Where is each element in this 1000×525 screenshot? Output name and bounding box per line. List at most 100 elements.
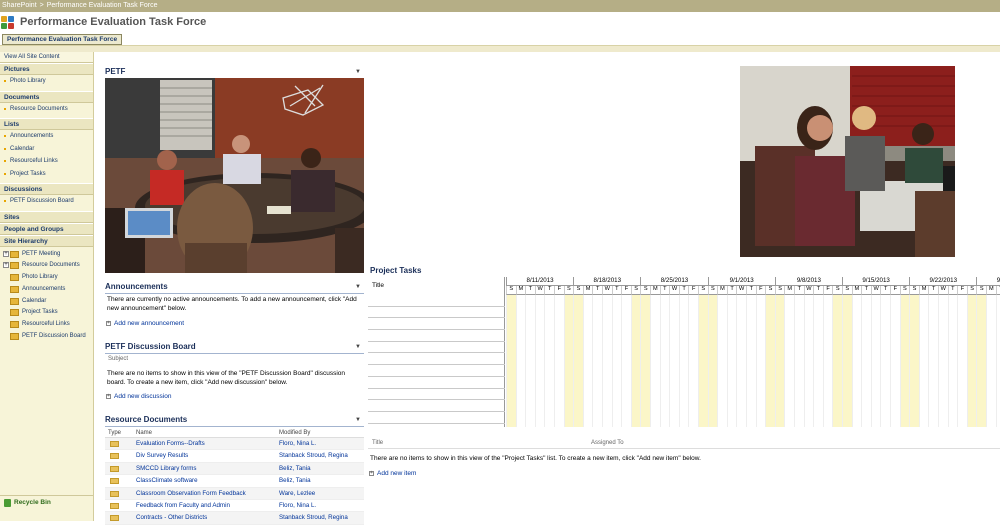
tree-item-petf-discussion-board[interactable]: PETF Discussion Board bbox=[0, 331, 93, 343]
gantt-day-column bbox=[573, 295, 583, 427]
document-name-link[interactable]: Classroom Observation Form Feedback bbox=[136, 488, 246, 500]
discussion-title[interactable]: PETF Discussion Board bbox=[105, 342, 196, 351]
gantt-week-header: 8/11/2013 bbox=[506, 277, 574, 286]
gantt-day-column bbox=[765, 295, 775, 427]
gantt-week-header: 8/18/2013 bbox=[573, 277, 641, 286]
breadcrumb-root-link[interactable]: SharePoint bbox=[2, 2, 37, 9]
webpart-menu-icon[interactable]: ▼ bbox=[355, 414, 361, 426]
gantt-row[interactable] bbox=[368, 295, 505, 307]
tree-item-resourceful-links[interactable]: Resourceful Links bbox=[0, 319, 93, 331]
site-title[interactable]: Performance Evaluation Task Force bbox=[20, 16, 206, 28]
column-name[interactable]: Name bbox=[136, 428, 152, 438]
tree-item-announcements[interactable]: Announcements bbox=[0, 284, 93, 296]
gantt-day-column bbox=[899, 295, 910, 427]
gantt-row[interactable] bbox=[368, 365, 505, 377]
gantt-day-header: T bbox=[813, 286, 823, 295]
nav-item-resource-documents[interactable]: Resource Documents bbox=[0, 103, 93, 116]
resource-documents-title[interactable]: Resource Documents bbox=[105, 415, 187, 424]
gantt-day-header: T bbox=[659, 286, 670, 295]
add-new-announcement-link[interactable]: + Add new announcement bbox=[106, 320, 184, 327]
tab-home[interactable]: Performance Evaluation Task Force bbox=[2, 34, 123, 45]
modified-by-link[interactable]: Ware, Lezlee bbox=[279, 488, 315, 500]
gantt-day-column bbox=[582, 295, 593, 427]
site-header: Performance Evaluation Task Force bbox=[0, 12, 1000, 34]
add-new-item-link[interactable]: + Add new item bbox=[368, 462, 1000, 477]
tree-item-petf-meeting[interactable]: + PETF Meeting bbox=[0, 249, 93, 261]
announcements-title[interactable]: Announcements bbox=[105, 282, 168, 291]
nav-heading-sites[interactable]: Sites bbox=[0, 210, 93, 223]
nav-item-announcements[interactable]: Announcements bbox=[0, 130, 93, 143]
nav-item-calendar[interactable]: Calendar bbox=[0, 143, 93, 156]
gantt-day-header: W bbox=[602, 286, 612, 295]
gantt-day-header: M bbox=[717, 286, 727, 295]
gantt-week-header: 9/15/2013 bbox=[842, 277, 910, 286]
expand-icon[interactable]: + bbox=[3, 262, 9, 269]
document-name-link[interactable]: ClassClimate software bbox=[136, 475, 198, 487]
nav-heading-lists[interactable]: Lists bbox=[0, 118, 93, 130]
tree-item-project-tasks[interactable]: Project Tasks bbox=[0, 307, 93, 319]
webpart-menu-icon[interactable]: ▼ bbox=[355, 281, 361, 293]
gantt-day-header: T bbox=[678, 286, 689, 295]
gantt-day-column bbox=[554, 295, 564, 427]
gantt-day-header: S bbox=[640, 286, 650, 295]
nav-heading-people-and-groups[interactable]: People and Groups bbox=[0, 222, 93, 235]
gantt-row[interactable] bbox=[368, 318, 505, 331]
modified-by-link[interactable]: Floro, Nina L. bbox=[279, 438, 316, 450]
sharepoint-logo-icon[interactable] bbox=[1, 16, 15, 30]
gantt-day-header: T bbox=[525, 286, 535, 295]
calendar-icon bbox=[10, 297, 19, 305]
expand-icon[interactable]: + bbox=[3, 250, 9, 257]
document-name-link[interactable]: SMCCD Library forms bbox=[136, 463, 197, 475]
gantt-row[interactable] bbox=[368, 330, 505, 342]
modified-by-link[interactable]: Beliz, Tania bbox=[279, 475, 311, 487]
document-name-link[interactable]: Div Survey Results bbox=[136, 450, 188, 462]
document-name-link[interactable]: Contracts - Other Districts bbox=[136, 512, 207, 524]
add-icon: + bbox=[106, 392, 111, 399]
modified-by-link[interactable]: Stanback Stroud, Regina bbox=[279, 512, 348, 524]
gantt-day-column bbox=[515, 295, 526, 427]
nav-item-resourceful-links[interactable]: Resourceful Links bbox=[0, 155, 93, 168]
tree-item-photo-library[interactable]: Photo Library bbox=[0, 272, 93, 284]
nav-heading-pictures[interactable]: Pictures bbox=[0, 63, 93, 75]
gantt-title-header[interactable]: Title bbox=[372, 282, 384, 289]
table-header: Type Name Modified By bbox=[105, 428, 364, 438]
add-new-discussion-link[interactable]: + Add new discussion bbox=[106, 393, 171, 400]
view-all-site-content-link[interactable]: View All Site Content bbox=[0, 52, 93, 63]
tree-item-resource-documents[interactable]: + Resource Documents bbox=[0, 260, 93, 272]
column-assigned-to[interactable]: Assigned To bbox=[591, 440, 624, 446]
gantt-row[interactable] bbox=[368, 377, 505, 389]
petf-webpart-title[interactable]: PETF bbox=[105, 67, 125, 76]
recycle-bin-link[interactable]: Recycle Bin bbox=[0, 495, 93, 509]
nav-heading-documents[interactable]: Documents bbox=[0, 90, 93, 103]
tree-item-calendar[interactable]: Calendar bbox=[0, 296, 93, 308]
nav-heading-site-hierarchy[interactable]: Site Hierarchy bbox=[0, 234, 93, 247]
gantt-week-header: 8/25/2013 bbox=[640, 277, 708, 286]
gantt-day-column bbox=[890, 295, 900, 427]
modified-by-link[interactable]: Floro, Nina L. bbox=[279, 500, 316, 512]
nav-item-project-tasks[interactable]: Project Tasks bbox=[0, 168, 93, 181]
gantt-day-column bbox=[880, 295, 890, 427]
column-title[interactable]: Title bbox=[372, 440, 383, 446]
gantt-row[interactable] bbox=[368, 342, 505, 354]
nav-item-photo-library[interactable]: Photo Library bbox=[0, 75, 93, 88]
add-icon: + bbox=[106, 319, 111, 326]
nav-item-petf-discussion-board[interactable]: PETF Discussion Board bbox=[0, 195, 93, 208]
modified-by-link[interactable]: Stanback Stroud, Regina bbox=[279, 450, 348, 462]
modified-by-link[interactable]: Beliz, Tania bbox=[279, 463, 311, 475]
gantt-row[interactable] bbox=[368, 307, 505, 319]
webpart-menu-icon[interactable]: ▼ bbox=[355, 66, 361, 78]
column-modified-by[interactable]: Modified By bbox=[279, 428, 310, 438]
discussion-subject-column[interactable]: Subject bbox=[108, 355, 128, 364]
document-name-link[interactable]: Feedback from Faculty and Admin bbox=[136, 500, 230, 512]
gantt-row[interactable] bbox=[368, 354, 505, 366]
nav-heading-discussions[interactable]: Discussions bbox=[0, 183, 93, 195]
gantt-row[interactable] bbox=[368, 400, 505, 412]
gantt-day-header: F bbox=[688, 286, 698, 295]
breadcrumb-current[interactable]: Performance Evaluation Task Force bbox=[47, 2, 158, 9]
gantt-row[interactable] bbox=[368, 412, 505, 424]
document-name-link[interactable]: Evaluation Forms--Drafts bbox=[136, 438, 205, 450]
gantt-row[interactable] bbox=[368, 389, 505, 401]
project-tasks-title[interactable]: Project Tasks bbox=[370, 266, 421, 275]
webpart-menu-icon[interactable]: ▼ bbox=[355, 341, 361, 353]
column-type[interactable]: Type bbox=[108, 428, 121, 438]
